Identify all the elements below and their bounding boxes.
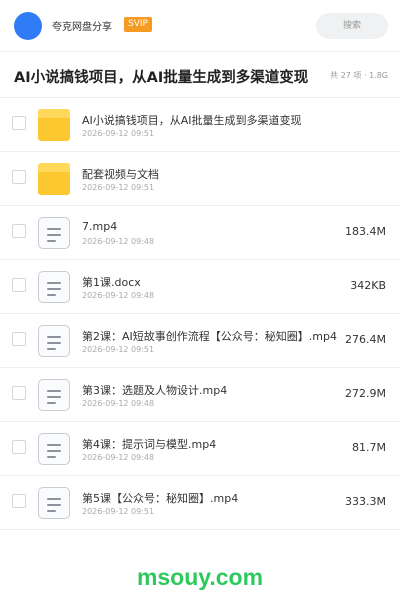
row-checkbox[interactable] [12, 332, 26, 346]
file-date: 2026-09-12 09:51 [82, 345, 155, 354]
row-checkbox[interactable] [12, 278, 26, 292]
file-row[interactable]: 第5课【公众号：秘知圈】.mp4 2026-09-12 09:51 333.3M [0, 476, 400, 530]
file-row[interactable]: 第1课.docx 2026-09-12 09:48 342KB [0, 260, 400, 314]
file-doc-icon [38, 487, 70, 519]
folder-title-bar: AI小说搞钱项目，从AI批量生成到多渠道变现 共 27 项 · 1.8G [0, 52, 400, 98]
file-row[interactable]: 第4课：提示词与模型.mp4 2026-09-12 09:48 81.7M [0, 422, 400, 476]
file-date: 2026-09-12 09:51 [82, 507, 155, 516]
file-name[interactable]: 第3课：选题及人物设计.mp4 [82, 382, 227, 398]
file-doc-icon [38, 325, 70, 357]
folder-meta: 共 27 项 · 1.8G [330, 71, 388, 80]
page-title: AI小说搞钱项目，从AI批量生成到多渠道变现 [14, 70, 309, 86]
app-name: 夸克网盘分享 [52, 22, 112, 33]
file-doc-icon [38, 271, 70, 303]
file-row[interactable]: 第3课：选题及人物设计.mp4 2026-09-12 09:48 272.9M [0, 368, 400, 422]
file-size: 333.3M [345, 495, 386, 508]
file-date: 2026-09-12 09:48 [82, 399, 155, 408]
top-header: 夸克网盘分享 SVIP 搜索 [0, 0, 400, 52]
svip-badge: SVIP [124, 17, 152, 32]
watermark: msouy.com [136, 564, 264, 590]
file-size: 81.7M [352, 441, 386, 454]
row-checkbox[interactable] [12, 494, 26, 508]
row-checkbox[interactable] [12, 170, 26, 184]
file-list: AI小说搞钱项目，从AI批量生成到多渠道变现 2026-09-12 09:51 … [0, 98, 400, 530]
row-checkbox[interactable] [12, 386, 26, 400]
row-checkbox[interactable] [12, 116, 26, 130]
file-size: 183.4M [345, 225, 386, 238]
row-checkbox[interactable] [12, 224, 26, 238]
file-size: 272.9M [345, 387, 386, 400]
row-checkbox[interactable] [12, 440, 26, 454]
file-name[interactable]: 第4课：提示词与模型.mp4 [82, 436, 216, 452]
file-name[interactable]: 配套视频与文档 [82, 166, 159, 182]
file-name[interactable]: 第1课.docx [82, 274, 141, 290]
file-size: 342KB [350, 279, 386, 292]
file-row[interactable]: 7.mp4 2026-09-12 09:48 183.4M [0, 206, 400, 260]
folder-icon [38, 163, 70, 195]
file-row[interactable]: 第2课：AI短故事创作流程【公众号：秘知圈】.mp4 2026-09-12 09… [0, 314, 400, 368]
file-size: 276.4M [345, 333, 386, 346]
file-doc-icon [38, 217, 70, 249]
file-name[interactable]: 第2课：AI短故事创作流程【公众号：秘知圈】.mp4 [82, 328, 337, 344]
file-name[interactable]: AI小说搞钱项目，从AI批量生成到多渠道变现 [82, 112, 302, 128]
file-doc-icon [38, 433, 70, 465]
file-doc-icon [38, 379, 70, 411]
avatar[interactable] [14, 12, 42, 40]
file-date: 2026-09-12 09:48 [82, 453, 155, 462]
file-date: 2026-09-12 09:48 [82, 237, 155, 246]
file-row[interactable]: AI小说搞钱项目，从AI批量生成到多渠道变现 2026-09-12 09:51 [0, 98, 400, 152]
search-input[interactable]: 搜索 [316, 13, 388, 39]
file-row[interactable]: 配套视频与文档 2026-09-12 09:51 [0, 152, 400, 206]
file-name[interactable]: 第5课【公众号：秘知圈】.mp4 [82, 490, 238, 506]
folder-icon [38, 109, 70, 141]
file-name[interactable]: 7.mp4 [82, 220, 117, 233]
file-date: 2026-09-12 09:48 [82, 291, 155, 300]
file-date: 2026-09-12 09:51 [82, 129, 155, 138]
file-date: 2026-09-12 09:51 [82, 183, 155, 192]
